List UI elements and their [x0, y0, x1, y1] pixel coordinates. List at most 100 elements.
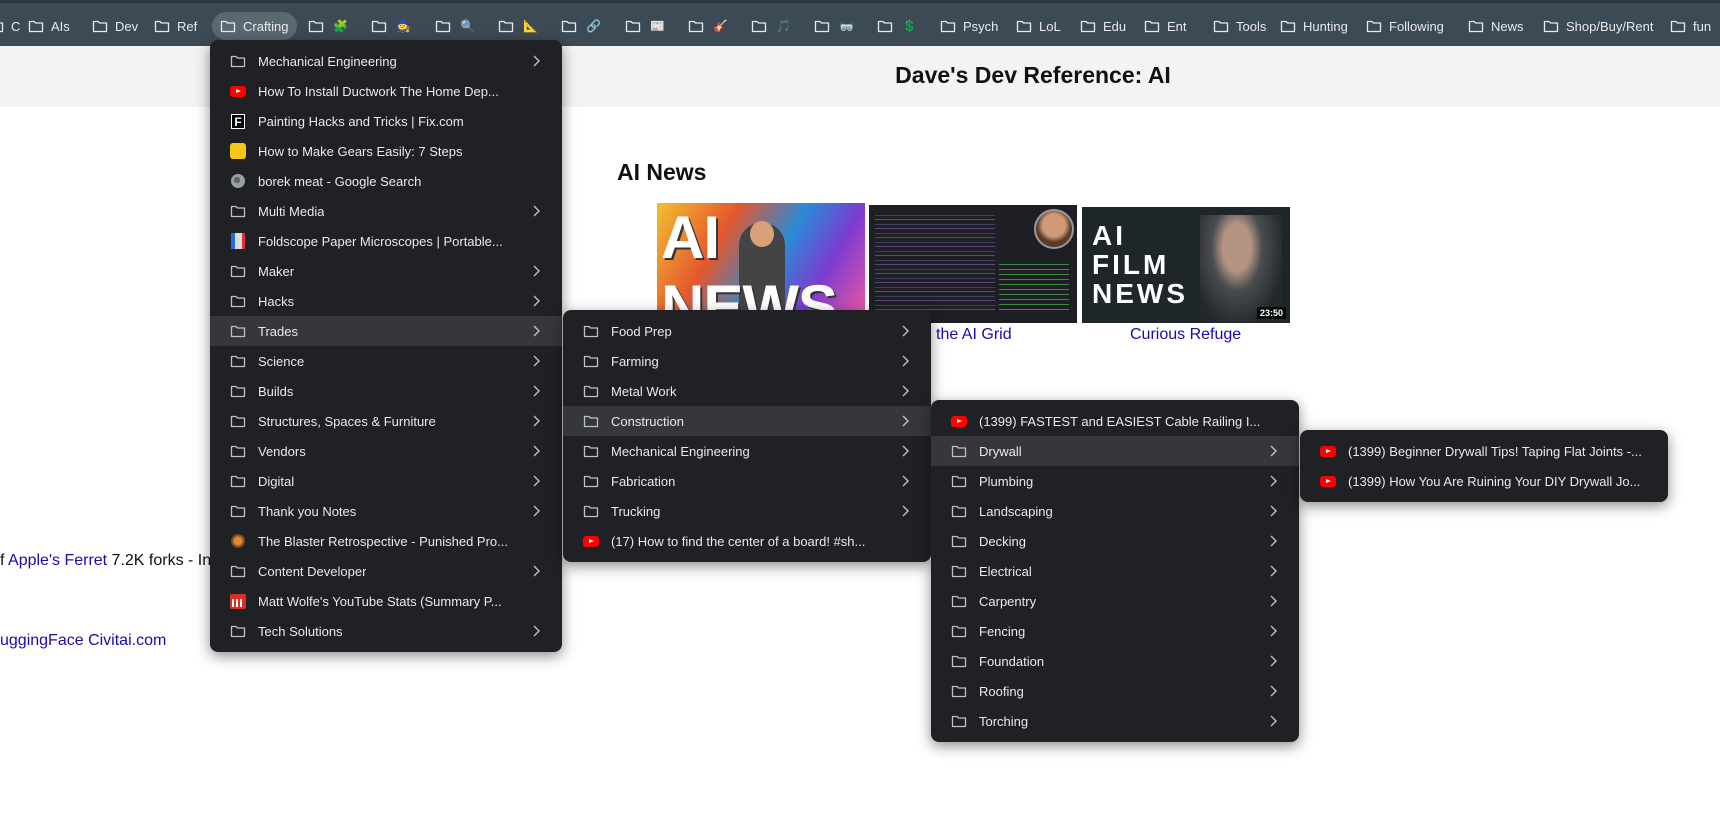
trades-folder-menu: Food Prep Farming Metal Work Construction Me…	[563, 310, 931, 562]
bookmark-folder-ent[interactable]: Ent	[1136, 12, 1195, 40]
folder-icon	[1366, 19, 1382, 33]
menu-bookmark-1399-how-you-are-ruining-your-diy-drywal[interactable]: (1399) How You Are Ruining Your DIY Dryw…	[1300, 466, 1668, 496]
menu-folder-structures-spaces-furniture[interactable]: Structures, Spaces & Furniture	[210, 406, 562, 436]
menu-folder-trades[interactable]: Trades	[210, 316, 562, 346]
bookmark-folder-dev[interactable]: Dev	[84, 12, 146, 40]
menu-folder-mechanical-engineering[interactable]: Mechanical Engineering	[563, 436, 931, 466]
link-apples-ferret[interactable]: Apple's Ferret	[8, 552, 107, 569]
menu-item-label: Tech Solutions	[258, 623, 343, 639]
menu-item-label: Digital	[258, 473, 295, 489]
bookmark-folder-label: C	[11, 18, 21, 34]
bookmark-folder-ais[interactable]: AIs	[20, 12, 78, 40]
bookmark-folder-emoji-6[interactable]: 🧙	[363, 12, 419, 40]
menu-folder-content-developer[interactable]: Content Developer	[210, 556, 562, 586]
menu-folder-metal-work[interactable]: Metal Work	[563, 376, 931, 406]
bookmark-folder-emoji-7[interactable]: 🔍	[427, 12, 483, 40]
folder-icon	[583, 503, 599, 519]
bookmark-folder-emoji-8[interactable]: 📐	[490, 12, 546, 40]
bookmark-folder-fun[interactable]: fun	[1662, 12, 1719, 40]
chevron-right-icon	[1270, 625, 1277, 637]
huggingface-civitai-links[interactable]: uggingFace Civitai.com	[0, 632, 166, 650]
bookmark-folder-emoji-9[interactable]: 🔗	[553, 12, 609, 40]
menu-bookmark-matt-wolfe-s-youtube-stats-summary-p[interactable]: Matt Wolfe's YouTube Stats (Summary P...	[210, 586, 562, 616]
video-thumbnail-ai-news[interactable]: AI NEWS	[657, 203, 865, 323]
video-thumbnail-ai-grid[interactable]	[869, 205, 1077, 323]
menu-folder-fencing[interactable]: Fencing	[931, 616, 1299, 646]
bookmark-folder-emoji-10[interactable]: 📰	[617, 12, 673, 40]
bookmark-folder-following[interactable]: Following	[1358, 12, 1452, 40]
thumbnail-title: AI NEWS	[661, 204, 838, 323]
menu-folder-hacks[interactable]: Hacks	[210, 286, 562, 316]
menu-item-label: Construction	[611, 413, 684, 429]
folder-icon	[371, 19, 387, 33]
menu-folder-drywall[interactable]: Drywall	[931, 436, 1299, 466]
link-curious-refuge[interactable]: Curious Refuge	[1130, 326, 1241, 344]
menu-folder-landscaping[interactable]: Landscaping	[931, 496, 1299, 526]
menu-folder-vendors[interactable]: Vendors	[210, 436, 562, 466]
menu-folder-foundation[interactable]: Foundation	[931, 646, 1299, 676]
folder-icon	[154, 19, 170, 33]
bookmark-folder-label: AIs	[51, 18, 70, 34]
menu-folder-fabrication[interactable]: Fabrication	[563, 466, 931, 496]
bookmark-folder-edu[interactable]: Edu	[1072, 12, 1134, 40]
bookmark-folder-crafting[interactable]: Crafting	[212, 12, 297, 40]
menu-bookmark-borek-meat-google-search[interactable]: borek meat - Google Search	[210, 166, 562, 196]
emoji-icon: 📐	[523, 19, 538, 33]
menu-item-label: Thank you Notes	[258, 503, 357, 519]
menu-item-label: Mechanical Engineering	[258, 53, 397, 69]
menu-item-label: Maker	[258, 263, 295, 279]
bookmark-folder-lol[interactable]: LoL	[1008, 12, 1069, 40]
menu-folder-digital[interactable]: Digital	[210, 466, 562, 496]
menu-folder-roofing[interactable]: Roofing	[931, 676, 1299, 706]
menu-folder-science[interactable]: Science	[210, 346, 562, 376]
link-ai-grid[interactable]: the AI Grid	[936, 326, 1012, 344]
menu-folder-mechanical-engineering[interactable]: Mechanical Engineering	[210, 46, 562, 76]
bookmark-folder-hunting[interactable]: Hunting	[1272, 12, 1356, 40]
video-thumbnail-curious-refuge[interactable]: AI FILM NEWS 23:50	[1082, 207, 1290, 323]
menu-bookmark-1399-beginner-drywall-tips-taping-flat-j[interactable]: (1399) Beginner Drywall Tips! Taping Fla…	[1300, 436, 1668, 466]
bookmark-folder-emoji-5[interactable]: 🧩	[300, 12, 356, 40]
menu-folder-thank-you-notes[interactable]: Thank you Notes	[210, 496, 562, 526]
menu-folder-trucking[interactable]: Trucking	[563, 496, 931, 526]
bookmark-folder-psych[interactable]: Psych	[932, 12, 1006, 40]
menu-folder-electrical[interactable]: Electrical	[931, 556, 1299, 586]
menu-bookmark-1399-fastest-and-easiest-cable-railing-i[interactable]: (1399) FASTEST and EASIEST Cable Railing…	[931, 406, 1299, 436]
folder-icon	[230, 323, 246, 339]
menu-folder-construction[interactable]: Construction	[563, 406, 931, 436]
menu-folder-farming[interactable]: Farming	[563, 346, 931, 376]
folder-icon	[1280, 19, 1296, 33]
menu-folder-builds[interactable]: Builds	[210, 376, 562, 406]
bookmark-folder-ref[interactable]: Ref	[146, 12, 205, 40]
menu-bookmark-how-to-install-ductwork-the-home-dep[interactable]: How To Install Ductwork The Home Dep...	[210, 76, 562, 106]
folder-icon	[951, 473, 967, 489]
folder-icon	[230, 563, 246, 579]
menu-bookmark-the-blaster-retrospective-punished-pro[interactable]: The Blaster Retrospective - Punished Pro…	[210, 526, 562, 556]
menu-folder-maker[interactable]: Maker	[210, 256, 562, 286]
menu-folder-carpentry[interactable]: Carpentry	[931, 586, 1299, 616]
menu-bookmark-foldscope-paper-microscopes-portable[interactable]: Foldscope Paper Microscopes | Portable..…	[210, 226, 562, 256]
menu-item-label: The Blaster Retrospective - Punished Pro…	[258, 533, 509, 549]
menu-folder-tech-solutions[interactable]: Tech Solutions	[210, 616, 562, 646]
menu-bookmark-17-how-to-find-the-center-of-a-board-sh[interactable]: (17) How to find the center of a board! …	[563, 526, 931, 556]
chevron-right-icon	[902, 325, 909, 337]
bookmark-folder-emoji-11[interactable]: 🎸	[680, 12, 736, 40]
menu-folder-food-prep[interactable]: Food Prep	[563, 316, 931, 346]
menu-item-label: Trades	[258, 323, 298, 339]
bookmark-folder-emoji-13[interactable]: 🥽	[806, 12, 862, 40]
globe-icon	[230, 173, 246, 189]
bookmark-folder-emoji-14[interactable]: 💲	[869, 12, 925, 40]
folder-icon	[625, 19, 641, 33]
menu-item-label: Decking	[979, 533, 1026, 549]
bookmark-folder-news[interactable]: News	[1460, 12, 1532, 40]
bookmark-folder-tools[interactable]: Tools	[1205, 12, 1274, 40]
bookmark-folder-shop-buy-rent[interactable]: Shop/Buy/Rent	[1535, 12, 1661, 40]
menu-folder-decking[interactable]: Decking	[931, 526, 1299, 556]
menu-folder-plumbing[interactable]: Plumbing	[931, 466, 1299, 496]
bookmark-folder-emoji-12[interactable]: 🎵	[743, 12, 799, 40]
folder-icon	[230, 443, 246, 459]
menu-bookmark-painting-hacks-and-tricks-fix-com[interactable]: F Painting Hacks and Tricks | Fix.com	[210, 106, 562, 136]
folder-icon	[583, 323, 599, 339]
menu-folder-multi-media[interactable]: Multi Media	[210, 196, 562, 226]
menu-folder-torching[interactable]: Torching	[931, 706, 1299, 736]
menu-bookmark-how-to-make-gears-easily-7-steps[interactable]: How to Make Gears Easily: 7 Steps	[210, 136, 562, 166]
